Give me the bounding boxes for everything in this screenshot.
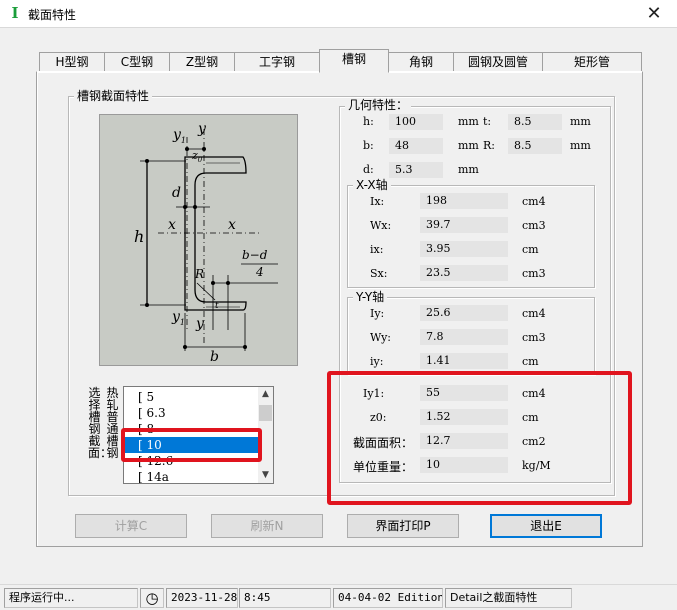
sx-value: 23.5 (420, 265, 508, 281)
print-interface-button[interactable]: 界面打印P (347, 514, 459, 538)
fig-label-t: t (215, 301, 219, 311)
scroll-up-icon[interactable]: ▲ (258, 387, 273, 402)
tab-channel-steel[interactable]: 槽钢 (319, 49, 389, 73)
iy-radius-unit: cm (522, 355, 539, 368)
h-unit: mm (458, 115, 479, 128)
tab-rect-tube[interactable]: 矩形管 (542, 52, 642, 71)
fig-label-b: b (210, 349, 219, 365)
fig-label-x-right: x (228, 217, 236, 233)
b-value: 48 (389, 138, 443, 154)
tab-h-steel[interactable]: H型钢 (39, 52, 105, 71)
ix-moment-unit: cm4 (522, 195, 546, 208)
t-value: 8.5 (508, 114, 562, 130)
fig-label-bd-denominator: 4 (256, 265, 264, 279)
ix-moment-value: 198 (420, 193, 508, 209)
d-value: 5.3 (389, 162, 443, 178)
fig-label-h: h (134, 227, 145, 246)
wx-unit: cm3 (522, 219, 546, 232)
t-label: t: (483, 115, 492, 128)
b-label: b: (363, 139, 374, 152)
refresh-button[interactable]: 刷新N (211, 514, 323, 538)
hot-rolled-channel-label: 热轧普通槽钢 (106, 386, 119, 460)
scroll-down-icon[interactable]: ▼ (258, 468, 273, 483)
fig-label-d: d (172, 185, 181, 201)
app-icon: I (11, 4, 19, 22)
fig-label-y1-bottom: y1 (172, 309, 186, 327)
window-title: 截面特性 (28, 8, 77, 22)
h-label: h: (363, 115, 374, 128)
tab-i-beam[interactable]: 工字钢 (234, 52, 320, 71)
ix-radius-unit: cm (522, 243, 539, 256)
exit-button[interactable]: 退出E (490, 514, 602, 538)
geometry-title: 几何特性： (345, 98, 412, 112)
iy-moment-label: Iy: (370, 307, 385, 320)
d-label: d: (363, 163, 374, 176)
iy-radius-label: iy: (370, 355, 384, 368)
title-bar: I 截面特性 ✕ (0, 0, 677, 28)
iy-moment-value: 25.6 (420, 305, 508, 321)
t-unit: mm (570, 115, 591, 128)
ix-moment-label: Ix: (370, 195, 385, 208)
close-icon[interactable]: ✕ (641, 2, 667, 26)
sx-unit: cm3 (522, 267, 546, 280)
fig-label-x-left: x (168, 217, 176, 233)
iy-radius-value: 1.41 (420, 353, 508, 369)
clock-icon: ◷ (140, 588, 164, 608)
tab-c-steel[interactable]: C型钢 (104, 52, 170, 71)
wy-value: 7.8 (420, 329, 508, 345)
wy-label: Wy: (370, 331, 391, 344)
status-detail: Detail之截面特性 (445, 588, 572, 608)
fig-label-bd-numerator: b−d (242, 248, 268, 262)
tab-z-steel[interactable]: Z型钢 (169, 52, 235, 71)
fig-label-y1-top: y1 (173, 127, 187, 145)
d-unit: mm (458, 163, 479, 176)
scroll-thumb[interactable] (259, 405, 272, 421)
iy-moment-unit: cm4 (522, 307, 546, 320)
r-unit: mm (570, 139, 591, 152)
status-running: 程序运行中... (4, 588, 138, 608)
r-value: 8.5 (508, 138, 562, 154)
wx-label: Wx: (370, 219, 392, 232)
h-value: 100 (389, 114, 443, 130)
status-date: 2023-11-28 (166, 588, 238, 608)
ix-radius-label: ix: (370, 243, 384, 256)
channel-section-figure: y1 y z0 d h x x R b−d 4 t y1 y b (99, 114, 298, 366)
section-group-title: 槽钢截面特性 (74, 89, 153, 103)
tab-round-steel-pipe[interactable]: 圆钢及圆管 (453, 52, 543, 71)
b-unit: mm (458, 139, 479, 152)
ix-radius-value: 3.95 (420, 241, 508, 257)
list-item[interactable]: [ 5 (124, 389, 259, 405)
fig-label-r: R (195, 267, 205, 281)
status-time: 8:45 (239, 588, 331, 608)
fig-label-z0: z0 (192, 149, 203, 165)
yy-axis-title: Y-Y轴 (353, 290, 388, 304)
calculate-button[interactable]: 计算C (75, 514, 187, 538)
tab-angle-steel[interactable]: 角钢 (388, 52, 454, 71)
xx-axis-title: X-X轴 (353, 178, 391, 192)
list-item[interactable]: [ 14a (124, 469, 259, 483)
wy-unit: cm3 (522, 331, 546, 344)
sx-label: Sx: (370, 267, 388, 280)
fig-label-y-bottom: y (196, 316, 204, 332)
status-edition: 04-04-02 Edition (333, 588, 443, 608)
r-label: R: (483, 139, 495, 152)
fig-label-y-top: y (198, 121, 206, 137)
wx-value: 39.7 (420, 217, 508, 233)
list-item[interactable]: [ 6.3 (124, 405, 259, 421)
highlight-selected-item (121, 428, 262, 462)
highlight-extra-properties (327, 371, 632, 505)
select-channel-label: 选择槽钢截面： (88, 386, 113, 460)
